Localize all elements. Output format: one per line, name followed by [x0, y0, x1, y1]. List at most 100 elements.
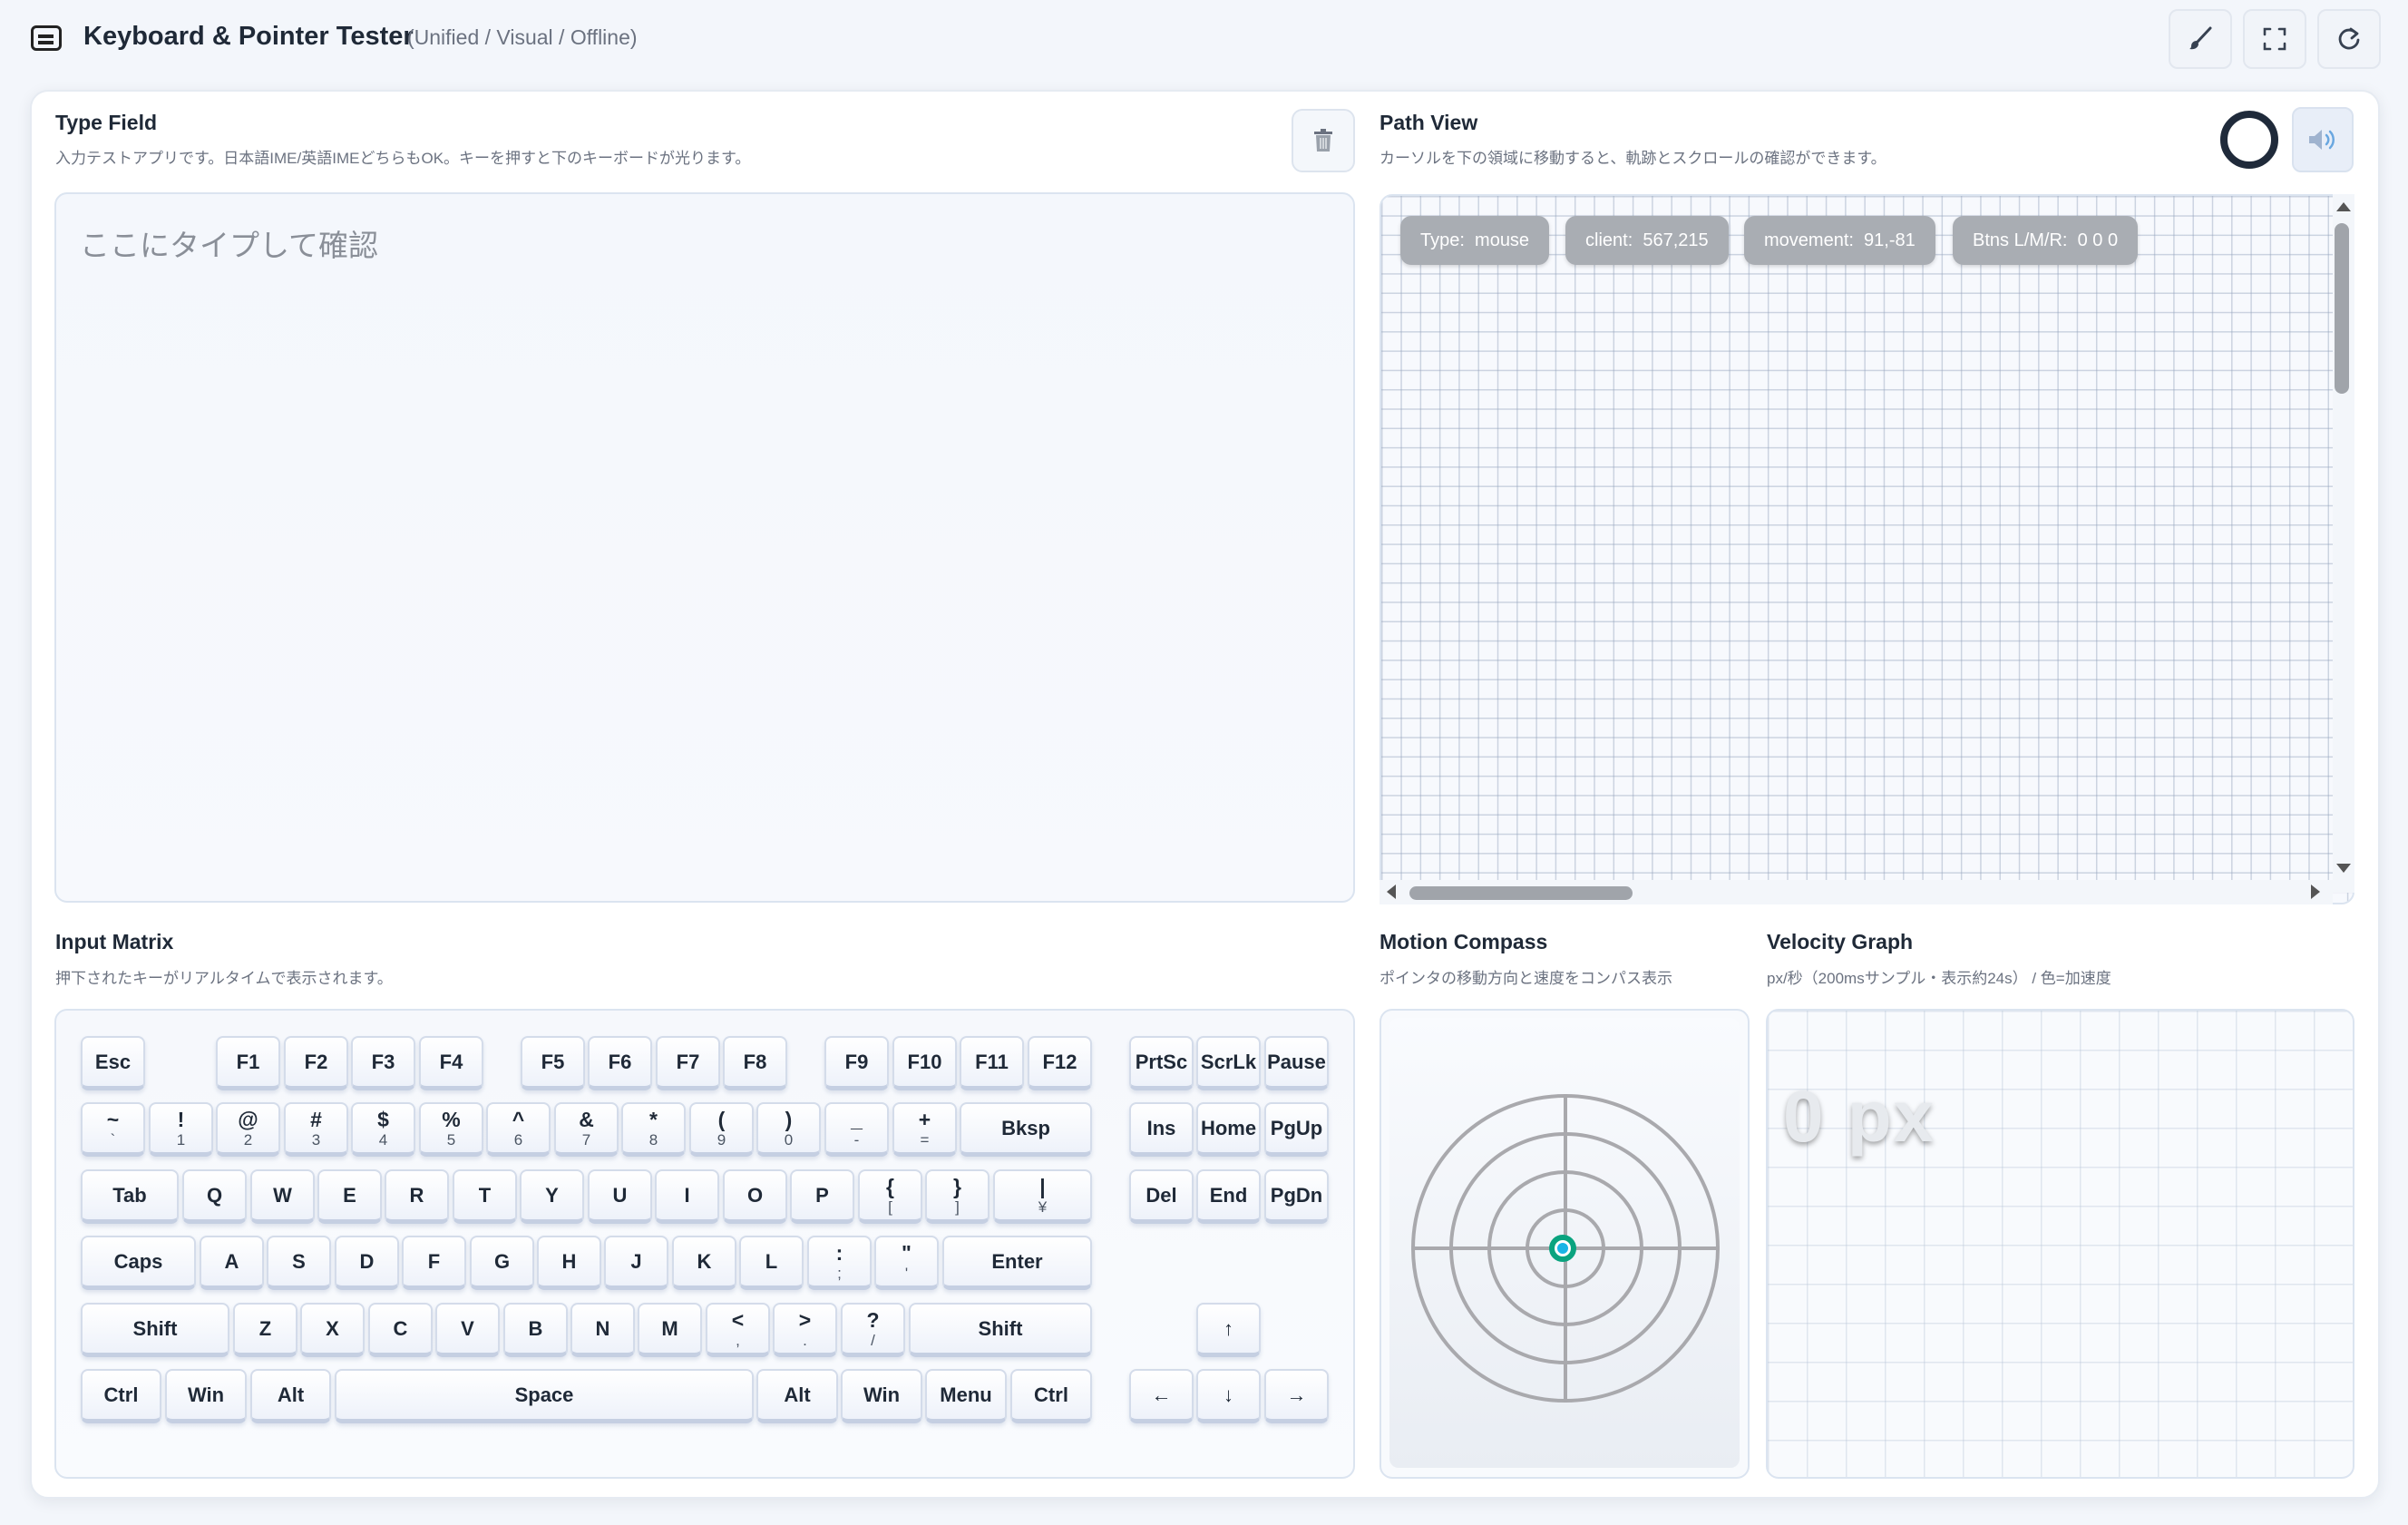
key-esc[interactable]: Esc	[81, 1036, 145, 1090]
scroll-right-icon[interactable]	[2311, 885, 2320, 899]
key-f4[interactable]: F4	[419, 1036, 483, 1090]
key-scrlk[interactable]: ScrLk	[1196, 1036, 1261, 1090]
key-right-ctrl[interactable]: Ctrl	[1010, 1369, 1092, 1423]
key-tab[interactable]: Tab	[81, 1169, 179, 1224]
reset-button[interactable]	[2317, 9, 2381, 69]
key-prtsc[interactable]: PrtSc	[1129, 1036, 1194, 1090]
clear-button[interactable]	[1292, 109, 1355, 172]
key-r[interactable]: R	[385, 1169, 449, 1224]
type-field-input[interactable]	[54, 192, 1355, 903]
key-n[interactable]: N	[570, 1303, 635, 1357]
key-x[interactable]: X	[300, 1303, 365, 1357]
key-period[interactable]: >.	[773, 1303, 837, 1357]
brush-button[interactable]	[2169, 9, 2232, 69]
key-backspace[interactable]: Bksp	[960, 1102, 1092, 1157]
key-left-shift[interactable]: Shift	[81, 1303, 229, 1357]
key-f6[interactable]: F6	[588, 1036, 652, 1090]
key-backslash[interactable]: | ¥	[993, 1169, 1092, 1224]
record-toggle-button[interactable]	[2220, 111, 2278, 169]
key-f11[interactable]: F11	[960, 1036, 1024, 1090]
key-o[interactable]: O	[723, 1169, 787, 1224]
key-t[interactable]: T	[453, 1169, 517, 1224]
key-arrow-down[interactable]: ↓	[1196, 1369, 1261, 1423]
key-semicolon[interactable]: :;	[807, 1236, 872, 1290]
key-h[interactable]: H	[537, 1236, 601, 1290]
key-insert[interactable]: Ins	[1129, 1102, 1194, 1157]
scroll-down-icon[interactable]	[2336, 864, 2351, 873]
key-w[interactable]: W	[250, 1169, 315, 1224]
key-home[interactable]: Home	[1196, 1102, 1261, 1157]
key-a[interactable]: A	[200, 1236, 264, 1290]
key-enter[interactable]: Enter	[942, 1236, 1092, 1290]
key-minus[interactable]: _ -	[824, 1102, 889, 1157]
key-y[interactable]: Y	[520, 1169, 584, 1224]
sound-button[interactable]	[2292, 107, 2354, 172]
key-g[interactable]: G	[470, 1236, 534, 1290]
key-e[interactable]: E	[317, 1169, 382, 1224]
key-space[interactable]: Space	[335, 1369, 754, 1423]
key-f1[interactable]: F1	[216, 1036, 280, 1090]
key-q[interactable]: Q	[182, 1169, 247, 1224]
key-tilde[interactable]: ~ `	[81, 1102, 145, 1157]
key-j[interactable]: J	[604, 1236, 668, 1290]
key-4[interactable]: $4	[351, 1102, 415, 1157]
key-s[interactable]: S	[267, 1236, 331, 1290]
key-0[interactable]: ) 0	[756, 1102, 821, 1157]
key-l[interactable]: L	[739, 1236, 804, 1290]
key-f3[interactable]: F3	[351, 1036, 415, 1090]
fullscreen-button[interactable]	[2243, 9, 2306, 69]
key-b[interactable]: B	[503, 1303, 568, 1357]
key-f2[interactable]: F2	[284, 1036, 348, 1090]
key-u[interactable]: U	[588, 1169, 652, 1224]
key-1[interactable]: ! 1	[149, 1102, 213, 1157]
key-d[interactable]: D	[335, 1236, 399, 1290]
key-equal[interactable]: + =	[892, 1102, 957, 1157]
horizontal-scroll-thumb[interactable]	[1409, 886, 1633, 900]
key-right-alt[interactable]: Alt	[756, 1369, 838, 1423]
key-c[interactable]: C	[368, 1303, 433, 1357]
key-left-ctrl[interactable]: Ctrl	[81, 1369, 161, 1423]
key-pause[interactable]: Pause	[1264, 1036, 1329, 1090]
key-arrow-left[interactable]: ←	[1129, 1369, 1194, 1423]
scroll-left-icon[interactable]	[1387, 885, 1396, 899]
key-f7[interactable]: F7	[656, 1036, 720, 1090]
key-f5[interactable]: F5	[521, 1036, 585, 1090]
key-f12[interactable]: F12	[1028, 1036, 1092, 1090]
path-view-canvas[interactable]	[1379, 194, 2354, 904]
key-i[interactable]: I	[655, 1169, 719, 1224]
key-6[interactable]: ^ 6	[486, 1102, 551, 1157]
key-right-shift[interactable]: Shift	[909, 1303, 1092, 1357]
key-arrow-up[interactable]: ↑	[1196, 1303, 1261, 1357]
key-delete[interactable]: Del	[1129, 1169, 1194, 1224]
key-v[interactable]: V	[435, 1303, 500, 1357]
key-pageup[interactable]: PgUp	[1264, 1102, 1329, 1157]
key-slash[interactable]: ? /	[841, 1303, 905, 1357]
scroll-up-icon[interactable]	[2336, 202, 2351, 211]
key-pagedown[interactable]: PgDn	[1264, 1169, 1329, 1224]
key-end[interactable]: End	[1196, 1169, 1261, 1224]
key-quote[interactable]: " '	[874, 1236, 939, 1290]
key-3[interactable]: #3	[284, 1102, 348, 1157]
key-k[interactable]: K	[672, 1236, 736, 1290]
key-menu[interactable]: Menu	[925, 1369, 1007, 1423]
key-2[interactable]: @2	[216, 1102, 280, 1157]
key-z[interactable]: Z	[233, 1303, 297, 1357]
key-f9[interactable]: F9	[824, 1036, 889, 1090]
key-left-alt[interactable]: Alt	[250, 1369, 331, 1423]
key-m[interactable]: M	[638, 1303, 702, 1357]
key-f8[interactable]: F8	[723, 1036, 787, 1090]
key-5[interactable]: % 5	[419, 1102, 483, 1157]
key-left-bracket[interactable]: {[	[858, 1169, 922, 1224]
key-p[interactable]: P	[790, 1169, 854, 1224]
vertical-scroll-thumb[interactable]	[2335, 223, 2349, 394]
key-left-win[interactable]: Win	[165, 1369, 247, 1423]
key-right-bracket[interactable]: }]	[925, 1169, 990, 1224]
key-f[interactable]: F	[402, 1236, 466, 1290]
key-caps[interactable]: Caps	[81, 1236, 196, 1290]
key-right-win[interactable]: Win	[841, 1369, 922, 1423]
key-arrow-right[interactable]: →	[1264, 1369, 1329, 1423]
key-f10[interactable]: F10	[892, 1036, 957, 1090]
key-9[interactable]: (9	[689, 1102, 754, 1157]
key-8[interactable]: * 8	[621, 1102, 686, 1157]
key-comma[interactable]: <,	[706, 1303, 770, 1357]
